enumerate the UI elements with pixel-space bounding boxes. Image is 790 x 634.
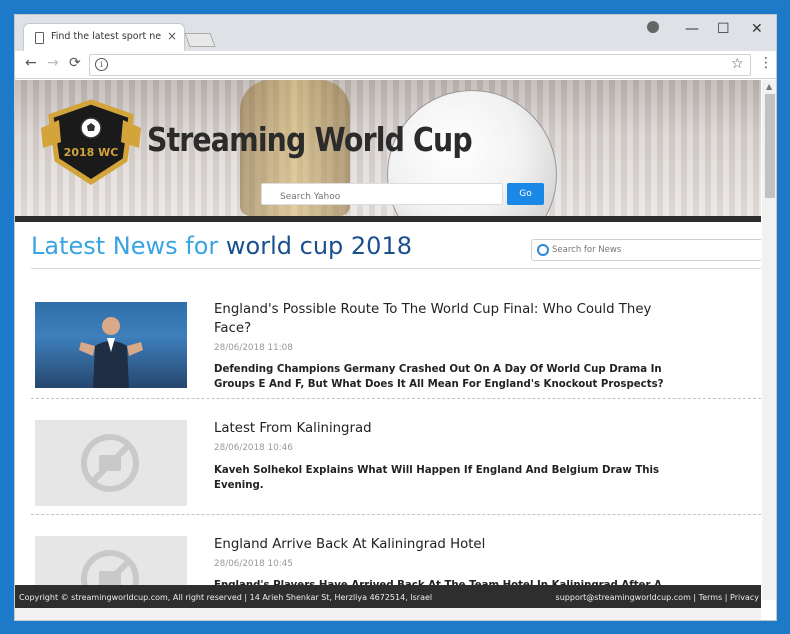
footer-copyright: Copyright © streamingworldcup.com, All r…: [19, 593, 433, 602]
vertical-scrollbar[interactable]: ▲: [762, 80, 776, 600]
minimize-button[interactable]: —: [685, 21, 699, 37]
title-bar: Find the latest sport news × — ☐ ✕: [15, 15, 776, 51]
browser-menu-icon[interactable]: ⋮: [759, 55, 773, 71]
profile-icon[interactable]: [647, 21, 659, 33]
page-heading: Latest News for world cup 2018: [31, 232, 412, 260]
article-divider: [31, 398, 761, 399]
search-icon: [537, 244, 549, 256]
yahoo-search-box[interactable]: [261, 183, 503, 207]
horizontal-scrollbar[interactable]: [15, 608, 761, 620]
web-page: 2018 WC Streaming World Cup Go Latest Ne…: [15, 80, 761, 620]
article-date: 28/06/2018 10:46: [214, 443, 293, 453]
article-divider: [31, 514, 761, 515]
privacy-link[interactable]: Privacy: [730, 593, 759, 602]
news-search-input[interactable]: [552, 240, 752, 260]
info-icon[interactable]: i: [95, 58, 108, 71]
coach-photo: [79, 317, 143, 388]
forward-button[interactable]: →: [47, 55, 59, 71]
browser-tab[interactable]: Find the latest sport news ×: [23, 23, 185, 51]
news-search-box[interactable]: [531, 239, 761, 261]
terms-link[interactable]: Terms: [699, 593, 723, 602]
article-date: 28/06/2018 10:45: [214, 559, 293, 569]
browser-toolbar: ← → ⟳ i ☆ ⋮: [15, 51, 776, 79]
close-tab-icon[interactable]: ×: [167, 29, 177, 43]
logo-badge-text: 2018 WC: [64, 146, 119, 159]
heading-query: world cup 2018: [225, 232, 412, 260]
article-summary: Kaveh Solhekol Explains What Will Happen…: [214, 465, 660, 491]
browser-window: Find the latest sport news × — ☐ ✕ ← → ⟳…: [14, 14, 777, 621]
article-title[interactable]: Latest From Kaliningrad: [214, 419, 674, 438]
bookmark-star-icon[interactable]: ☆: [731, 56, 744, 72]
article-title[interactable]: England Arrive Back At Kaliningrad Hotel: [214, 535, 674, 554]
article-date: 28/06/2018 11:08: [214, 343, 293, 353]
footer-separator: |: [693, 593, 697, 602]
maximize-button[interactable]: ☐: [717, 21, 730, 37]
yahoo-search-input[interactable]: [262, 187, 502, 207]
hero-banner: 2018 WC Streaming World Cup Go: [15, 80, 761, 216]
close-window-button[interactable]: ✕: [751, 21, 763, 37]
back-button[interactable]: ←: [25, 55, 37, 71]
tab-title: Find the latest sport news: [51, 31, 161, 42]
footer-links: support@streamingworldcup.com | Terms | …: [556, 593, 759, 602]
heading-divider: [31, 268, 761, 269]
scroll-up-icon[interactable]: ▲: [766, 82, 772, 91]
article-summary: Defending Champions Germany Crashed Out …: [214, 364, 664, 390]
reload-button[interactable]: ⟳: [69, 55, 81, 71]
article-thumbnail[interactable]: [35, 420, 187, 506]
heading-prefix: Latest News for: [31, 232, 219, 260]
scrollbar-thumb[interactable]: [765, 94, 775, 198]
no-image-icon: [81, 434, 139, 492]
article-thumbnail[interactable]: [35, 302, 187, 388]
support-email-link[interactable]: support@streamingworldcup.com: [556, 593, 691, 602]
site-logo-badge: 2018 WC: [41, 99, 141, 185]
hero-divider: [15, 216, 761, 222]
go-button[interactable]: Go: [507, 183, 544, 205]
page-icon: [35, 32, 44, 44]
new-tab-button[interactable]: [184, 33, 216, 47]
footer-separator: |: [724, 593, 728, 602]
site-logo-text: Streaming World Cup: [147, 120, 473, 159]
address-bar[interactable]: i: [89, 54, 751, 76]
article-title[interactable]: England's Possible Route To The World Cu…: [214, 300, 674, 338]
